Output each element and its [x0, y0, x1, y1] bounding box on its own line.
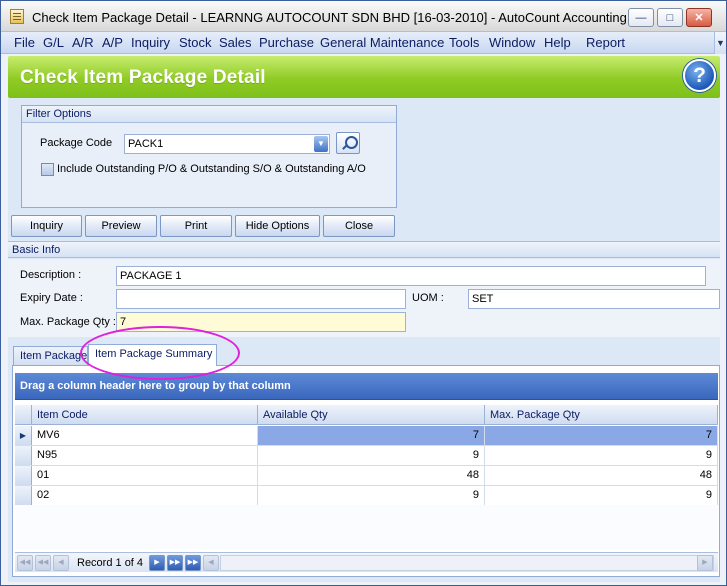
row-indicator — [15, 446, 32, 465]
tab-item-package[interactable]: Item Package — [13, 346, 88, 365]
uom-field[interactable]: SET — [468, 289, 720, 309]
menu-stock[interactable]: Stock — [179, 35, 212, 50]
include-outstanding-checkbox[interactable] — [41, 163, 54, 176]
cell-max-package-qty[interactable]: 9 — [485, 446, 718, 465]
menu-purchase[interactable]: Purchase — [259, 35, 314, 50]
menu-ar[interactable]: A/R — [72, 35, 94, 50]
filter-options-title: Filter Options — [22, 106, 396, 123]
table-row[interactable]: 01 48 48 — [15, 466, 718, 486]
basic-info-title: Basic Info — [8, 241, 720, 258]
menu-gl[interactable]: G/L — [43, 35, 64, 50]
cell-item-code[interactable]: 02 — [32, 486, 258, 505]
maximize-button[interactable]: □ — [657, 8, 683, 27]
menu-inquiry[interactable]: Inquiry — [131, 35, 170, 50]
window-title: Check Item Package Detail - LEARNNG AUTO… — [32, 10, 646, 25]
print-button[interactable]: Print — [160, 215, 232, 237]
menu-help[interactable]: Help — [544, 35, 571, 50]
column-header-item-code[interactable]: Item Code — [32, 405, 258, 425]
preview-button[interactable]: Preview — [85, 215, 157, 237]
record-navigator: ◀◀ ◀◀ ◀ Record 1 of 4 ▶ ▶▶ ▶▶ ◀ ▶ — [15, 552, 718, 572]
cell-max-package-qty[interactable]: 9 — [485, 486, 718, 505]
table-row[interactable]: 02 9 9 — [15, 486, 718, 506]
description-label: Description : — [20, 269, 82, 281]
app-icon — [10, 9, 24, 24]
include-outstanding-label: Include Outstanding P/O & Outstanding S/… — [57, 163, 366, 175]
expiry-date-field[interactable] — [116, 289, 406, 309]
record-count: Record 1 of 4 — [77, 557, 144, 569]
app-window: Check Item Package Detail - LEARNNG AUTO… — [0, 0, 727, 586]
dropdown-arrow-icon[interactable]: ▼ — [314, 136, 328, 152]
close-button[interactable]: Close — [323, 215, 395, 237]
grid-corner — [15, 405, 32, 425]
page-title: Check Item Package Detail — [20, 67, 266, 88]
cell-item-code[interactable]: MV6 — [32, 426, 258, 445]
title-bar[interactable]: Check Item Package Detail - LEARNNG AUTO… — [1, 1, 726, 32]
table-row[interactable]: N95 9 9 — [15, 446, 718, 466]
package-code-combo[interactable]: PACK1 ▼ — [124, 134, 330, 154]
menu-chevron-down-icon[interactable]: ▼ — [714, 32, 726, 54]
expiry-date-label: Expiry Date : — [20, 292, 83, 304]
cell-available-qty[interactable]: 9 — [258, 446, 485, 465]
package-code-value: PACK1 — [128, 138, 164, 150]
first-record-icon[interactable]: ◀◀ — [17, 555, 33, 571]
row-indicator — [15, 486, 32, 505]
column-header-available-qty[interactable]: Available Qty — [258, 405, 485, 425]
grid-empty-area — [15, 505, 718, 549]
group-by-panel[interactable]: Drag a column header here to group by th… — [15, 373, 718, 400]
search-icon[interactable] — [336, 132, 360, 154]
next-page-icon[interactable]: ▶▶ — [167, 555, 183, 571]
prev-page-icon[interactable]: ◀◀ — [35, 555, 51, 571]
grid-header: Item Code Available Qty Max. Package Qty — [15, 405, 718, 425]
uom-label: UOM : — [412, 292, 444, 304]
last-record-icon[interactable]: ▶▶ — [185, 555, 201, 571]
description-field[interactable]: PACKAGE 1 — [116, 266, 706, 286]
current-row-arrow-icon: ▶ — [15, 426, 32, 445]
horizontal-scrollbar[interactable] — [220, 555, 714, 571]
help-icon[interactable]: ? — [683, 59, 716, 92]
cell-max-package-qty[interactable]: 7 — [485, 426, 718, 445]
next-record-icon[interactable]: ▶ — [149, 555, 165, 571]
cell-available-qty[interactable]: 7 — [258, 426, 485, 445]
cell-available-qty[interactable]: 48 — [258, 466, 485, 485]
tab-item-package-summary[interactable]: Item Package Summary — [88, 344, 217, 366]
cell-item-code[interactable]: N95 — [32, 446, 258, 465]
menu-sales[interactable]: Sales — [219, 35, 252, 50]
max-package-qty-label: Max. Package Qty : — [20, 316, 116, 328]
menu-window[interactable]: Window — [489, 35, 535, 50]
menu-general-maintenance[interactable]: General Maintenance — [320, 35, 444, 50]
column-header-max-package-qty[interactable]: Max. Package Qty — [485, 405, 718, 425]
cell-max-package-qty[interactable]: 48 — [485, 466, 718, 485]
menu-tools[interactable]: Tools — [449, 35, 479, 50]
scroll-left-icon[interactable]: ◀ — [203, 555, 219, 571]
form-header: Check Item Package Detail ? — [8, 56, 720, 98]
table-row[interactable]: ▶ MV6 7 7 — [15, 426, 718, 446]
package-code-label: Package Code — [40, 137, 113, 149]
menu-ap[interactable]: A/P — [102, 35, 123, 50]
inquiry-button[interactable]: Inquiry — [11, 215, 82, 237]
close-window-button[interactable]: ✕ — [686, 8, 712, 27]
row-indicator — [15, 466, 32, 485]
hide-options-button[interactable]: Hide Options — [235, 215, 320, 237]
scroll-right-icon[interactable]: ▶ — [697, 555, 713, 571]
menu-report[interactable]: Report — [586, 35, 625, 50]
max-package-qty-field[interactable]: 7 — [116, 312, 406, 332]
cell-available-qty[interactable]: 9 — [258, 486, 485, 505]
filter-options-group: Filter Options — [21, 105, 397, 208]
minimize-button[interactable]: — — [628, 8, 654, 27]
menu-bar: File G/L A/R A/P Inquiry Stock Sales Pur… — [1, 32, 726, 54]
prev-record-icon[interactable]: ◀ — [53, 555, 69, 571]
cell-item-code[interactable]: 01 — [32, 466, 258, 485]
menu-file[interactable]: File — [14, 35, 35, 50]
